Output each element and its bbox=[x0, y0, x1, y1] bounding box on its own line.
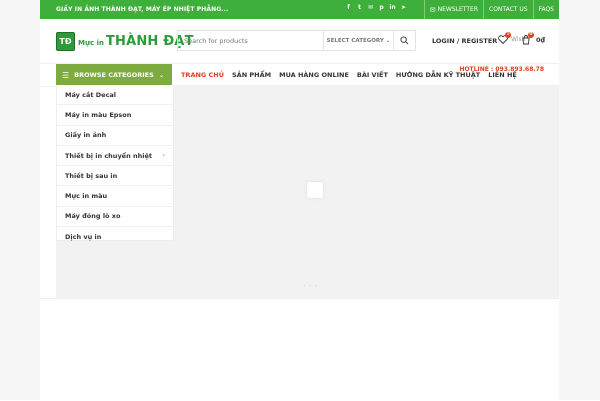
search-icon bbox=[400, 36, 409, 45]
menu-item-bai-viet[interactable]: BÀI VIẾT bbox=[357, 71, 388, 79]
category-item[interactable]: Thiết bị sau in bbox=[57, 166, 173, 187]
mail-icon: ✉ bbox=[429, 5, 436, 14]
cart-button[interactable]: 0 0₫ bbox=[521, 32, 546, 45]
menu-item-san-pham[interactable]: SẢN PHẨM bbox=[232, 71, 271, 79]
main-header: TĐ Mực inTHÀNH ĐẠT SELECT CATEGORY ⌄ LOG… bbox=[40, 19, 559, 63]
site-logo[interactable]: TĐ Mực in THÀNH ĐẠT bbox=[56, 31, 194, 51]
content-below-slider bbox=[40, 298, 559, 401]
category-list: Máy cắt Decal Máy in màu Epson Giấy in ả… bbox=[56, 85, 174, 241]
chevron-right-icon: › bbox=[162, 152, 165, 160]
top-bar: GIẤY IN ẢNH THÀNH ĐẠT, MÁY ÉP NHIỆT PHẲN… bbox=[40, 0, 559, 19]
twitter-icon[interactable]: t bbox=[356, 4, 363, 11]
linkedin-icon[interactable]: in bbox=[389, 4, 396, 11]
social-icons: f t ✉ p in ➤ bbox=[345, 4, 407, 11]
top-links: ✉ NEWSLETTER CONTACT US FAQS bbox=[423, 0, 559, 19]
faqs-link[interactable]: FAQS bbox=[532, 0, 559, 19]
wishlist-count-badge: 0 bbox=[505, 32, 511, 38]
menu-icon: ☰ bbox=[62, 70, 70, 80]
email-icon[interactable]: ✉ bbox=[367, 4, 374, 11]
telegram-icon[interactable]: ➤ bbox=[400, 4, 407, 11]
page-wrapper: GIẤY IN ẢNH THÀNH ĐẠT, MÁY ÉP NHIỆT PHẲN… bbox=[40, 0, 559, 401]
chevron-down-icon: ⌄ bbox=[158, 71, 164, 79]
right-gutter bbox=[559, 0, 600, 400]
loading-spinner bbox=[307, 182, 323, 198]
category-item[interactable]: Máy cắt Decal bbox=[57, 85, 173, 106]
category-item[interactable]: Máy in màu Epson bbox=[57, 105, 173, 126]
search-form: SELECT CATEGORY ⌄ bbox=[177, 30, 416, 51]
menu-item-trang-chu[interactable]: TRANG CHỦ bbox=[181, 71, 224, 79]
category-item[interactable]: Giấy in ảnh bbox=[57, 126, 173, 146]
hotline-text: HOTLINE : 093.893.68.78 bbox=[459, 66, 544, 73]
cart-count-badge: 0 bbox=[528, 32, 534, 38]
category-item[interactable]: Mực in màu bbox=[57, 186, 173, 207]
category-item[interactable]: Thiết bị in chuyển nhiệt › bbox=[57, 146, 173, 167]
newsletter-link[interactable]: ✉ NEWSLETTER bbox=[423, 0, 483, 19]
pinterest-icon[interactable]: p bbox=[378, 4, 385, 11]
contact-us-link[interactable]: CONTACT US bbox=[483, 0, 533, 19]
slider-dots[interactable]: ••• bbox=[303, 283, 320, 290]
search-input[interactable] bbox=[178, 32, 324, 49]
cart-total: 0₫ bbox=[536, 36, 546, 44]
left-gutter bbox=[0, 0, 40, 400]
navigation-bar: ☰ BROWSE CATEGORIES ⌄ TRANG CHỦ SẢN PHẨM… bbox=[40, 63, 559, 87]
category-select[interactable]: SELECT CATEGORY ⌄ bbox=[323, 31, 393, 50]
category-item[interactable]: Dịch vụ in bbox=[57, 227, 173, 246]
promo-text: GIẤY IN ẢNH THÀNH ĐẠT, MÁY ÉP NHIỆT PHẲN… bbox=[56, 6, 229, 13]
login-register-link[interactable]: LOGIN / REGISTER bbox=[432, 37, 497, 45]
chevron-down-icon: ⌄ bbox=[385, 37, 391, 44]
category-item[interactable]: Máy đóng lò xo bbox=[57, 207, 173, 228]
logo-mark: TĐ bbox=[56, 31, 75, 51]
browse-categories-button[interactable]: ☰ BROWSE CATEGORIES ⌄ bbox=[56, 64, 172, 86]
search-button[interactable] bbox=[392, 31, 415, 50]
menu-item-mua-hang-online[interactable]: MUA HÀNG ONLINE bbox=[279, 71, 349, 79]
facebook-icon[interactable]: f bbox=[345, 4, 352, 11]
